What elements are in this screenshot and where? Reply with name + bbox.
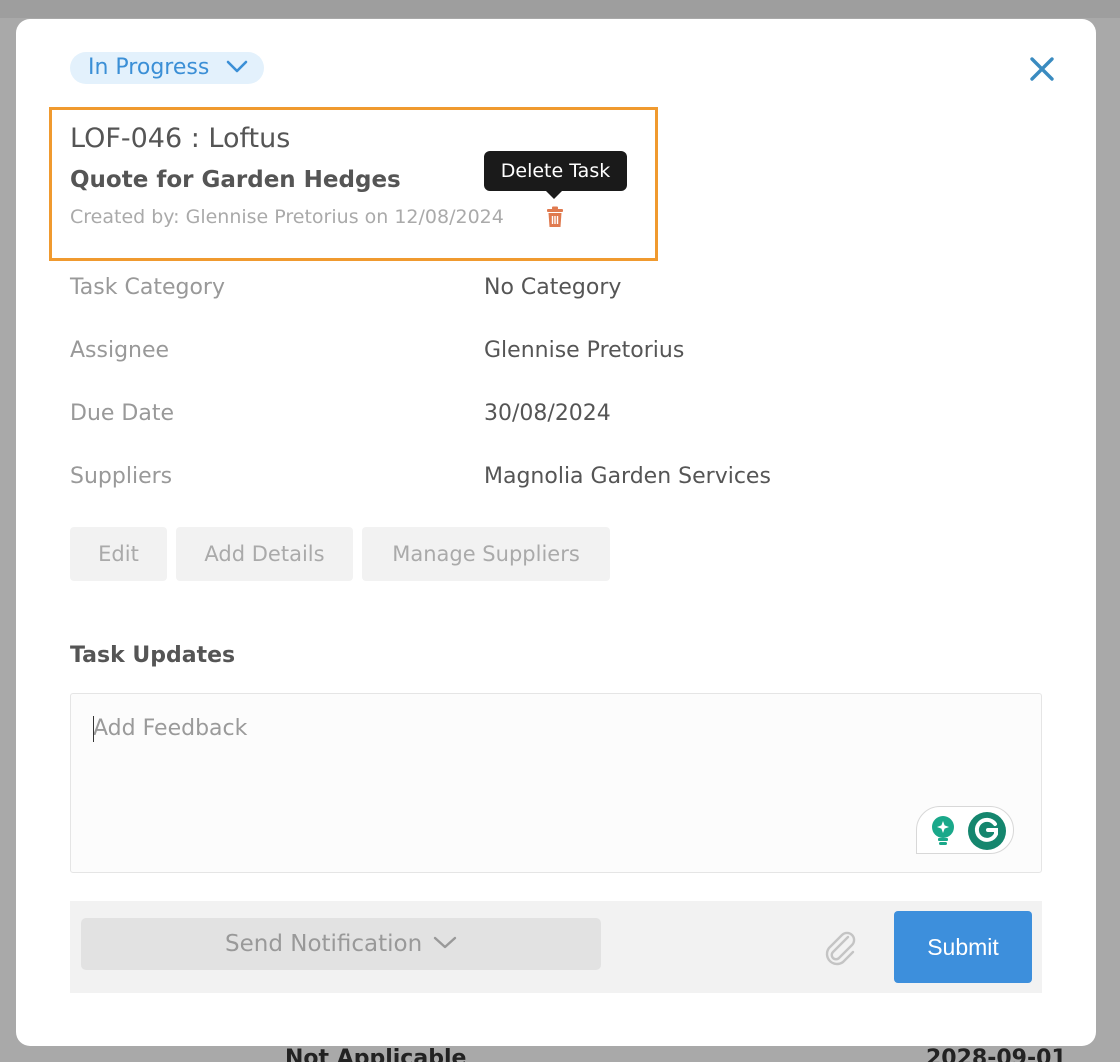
field-label-due-date: Due Date	[70, 401, 174, 426]
grammarly-widget[interactable]	[916, 806, 1014, 854]
grammarly-logo-icon	[968, 812, 1006, 850]
field-value-due-date: 30/08/2024	[484, 401, 611, 426]
field-value-suppliers: Magnolia Garden Services	[484, 464, 771, 489]
background-cell: 2028-09-01	[926, 1046, 1067, 1062]
manage-suppliers-button[interactable]: Manage Suppliers	[362, 527, 610, 581]
status-label: In Progress	[88, 55, 210, 80]
status-dropdown[interactable]: In Progress	[70, 52, 264, 84]
updates-footer: Send Notification Submit	[70, 901, 1042, 993]
lightbulb-icon	[932, 816, 954, 845]
trash-icon[interactable]	[545, 206, 565, 228]
task-modal: In Progress LOF-046 : Loftus Quote for G…	[16, 19, 1096, 1046]
field-label-suppliers: Suppliers	[70, 464, 173, 489]
send-notification-label: Send Notification	[225, 931, 423, 957]
feedback-placeholder: Add Feedback	[93, 716, 248, 741]
delete-task-tooltip: Delete Task	[484, 151, 627, 199]
created-by-text: Created by: Glennise Pretorius on 12/08/…	[70, 206, 504, 228]
feedback-textarea[interactable]: Add Feedback	[70, 693, 1042, 873]
paperclip-icon[interactable]	[820, 927, 860, 967]
task-code: LOF-046 : Loftus	[70, 123, 291, 154]
chevron-down-icon	[226, 60, 248, 73]
background-row: Not Applicable 2028-09-01	[0, 1046, 1120, 1062]
add-details-button[interactable]: Add Details	[176, 527, 353, 581]
background-stripe	[0, 0, 1120, 18]
chevron-down-icon	[433, 936, 457, 949]
field-value-assignee: Glennise Pretorius	[484, 338, 685, 363]
task-title: Quote for Garden Hedges	[70, 167, 401, 193]
task-updates-title: Task Updates	[70, 643, 236, 668]
send-notification-dropdown[interactable]: Send Notification	[81, 918, 601, 970]
field-label-assignee: Assignee	[70, 338, 170, 363]
text-caret	[93, 716, 94, 742]
close-icon[interactable]	[1028, 55, 1056, 83]
edit-button[interactable]: Edit	[70, 527, 167, 581]
field-label-category: Task Category	[70, 275, 225, 300]
field-value-category: No Category	[484, 275, 622, 300]
background-cell: Not Applicable	[285, 1046, 467, 1062]
submit-button[interactable]: Submit	[894, 911, 1032, 983]
